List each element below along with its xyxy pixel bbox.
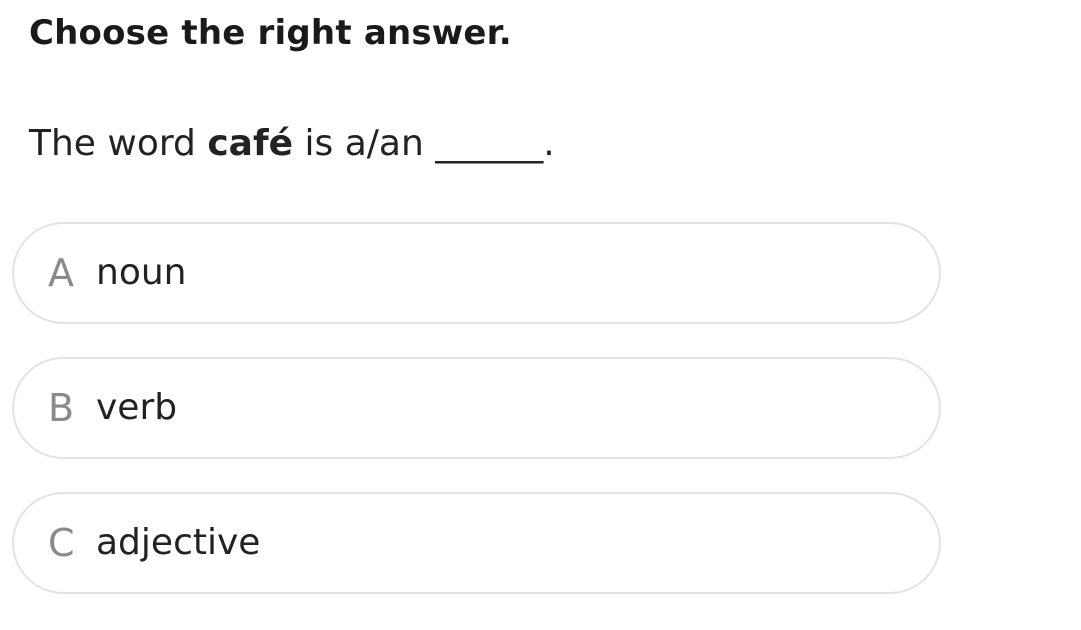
option-a-text: noun (96, 252, 187, 293)
option-c-text: adjective (96, 522, 261, 563)
option-c-button[interactable]: C adjective (12, 492, 941, 594)
option-b-button[interactable]: B verb (12, 357, 941, 459)
question-keyword: café (207, 123, 294, 164)
option-b-letter: B (48, 386, 75, 430)
quiz-card: Choose the right answer. The word café i… (0, 0, 1081, 630)
question-prefix: The word (29, 123, 208, 164)
answer-options: A noun B verb C adjective (12, 222, 941, 627)
option-c-letter: C (48, 521, 75, 565)
option-b-text: verb (96, 387, 178, 428)
question-text: The word café is a/an ______. (29, 119, 555, 169)
instruction-heading: Choose the right answer. (29, 13, 512, 53)
option-a-button[interactable]: A noun (12, 222, 941, 324)
question-suffix: is a/an ______. (293, 123, 555, 164)
option-a-letter: A (48, 251, 74, 295)
